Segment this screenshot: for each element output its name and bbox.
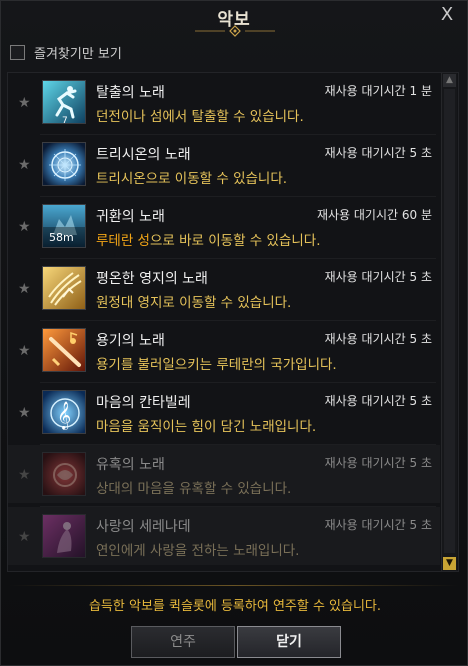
title-bar[interactable]: 악보 X (1, 1, 467, 37)
song-name: 귀환의 노래 (96, 209, 165, 225)
cantabile-icon: 𝄞 (42, 390, 86, 434)
song-name: 사랑의 세레나데 (96, 519, 191, 535)
song-description: 연인에게 사랑을 전하는 노래입니다. (96, 543, 300, 559)
song-description: 상대의 마음을 유혹할 수 있습니다. (96, 481, 292, 497)
svg-text:𝄞: 𝄞 (57, 401, 71, 430)
song-row[interactable]: ★ 𝄞 마음의 칸타빌레 재사용 대기시간 5 초 마음을 움직이는 힘이 담긴… (8, 383, 440, 441)
songbook-window: 악보 X 즐겨찾기만 보기 ★ 7 탈출의 노래 재사용 대기시간 1 분 던전… (0, 0, 468, 666)
song-description: 마음을 움직이는 힘이 담긴 노래입니다. (96, 419, 317, 435)
song-cooldown: 재사용 대기시간 5 초 (324, 456, 432, 470)
song-row[interactable]: ★ 사랑의 세레나데 재사용 대기시간 5 초 연인에게 사랑을 전하는 노래입… (8, 507, 440, 565)
play-button[interactable]: 연주 (131, 626, 235, 658)
escape-song-icon: 7 (42, 80, 86, 124)
favorites-filter[interactable]: 즐겨찾기만 보기 (10, 43, 122, 62)
song-description: 루테란 성으로 바로 이동할 수 있습니다. (96, 233, 321, 249)
icon-badge: 58m (49, 231, 74, 244)
song-cooldown: 재사용 대기시간 1 분 (324, 84, 432, 98)
song-name: 유혹의 노래 (96, 457, 165, 473)
song-description: 트리시온으로 이동할 수 있습니다. (96, 171, 288, 187)
trixion-song-icon (42, 142, 86, 186)
song-list[interactable]: ★ 7 탈출의 노래 재사용 대기시간 1 분 던전이나 섬에서 탈출할 수 있… (7, 72, 459, 572)
song-row[interactable]: ★ 용기의 노래 재사용 대기시간 5 초 용기를 불러일으키는 루테란의 국가… (8, 321, 440, 379)
song-name: 용기의 노래 (96, 333, 165, 349)
favorite-star-icon[interactable]: ★ (18, 281, 31, 297)
favorite-star-icon[interactable]: ★ (18, 467, 31, 483)
favorite-star-icon[interactable]: ★ (18, 529, 31, 545)
song-cooldown: 재사용 대기시간 5 초 (324, 270, 432, 284)
song-cooldown: 재사용 대기시간 5 초 (324, 394, 432, 408)
favorite-star-icon[interactable]: ★ (18, 95, 31, 111)
favorite-star-icon[interactable]: ★ (18, 405, 31, 421)
song-name: 트리시온의 노래 (96, 147, 191, 163)
song-cooldown: 재사용 대기시간 5 초 (324, 146, 432, 160)
song-cooldown: 재사용 대기시간 60 분 (316, 208, 432, 222)
song-cooldown: 재사용 대기시간 5 초 (324, 332, 432, 346)
list-scrollbar[interactable]: ▲ ▼ (441, 73, 457, 571)
close-icon[interactable]: X (437, 4, 457, 26)
divider (9, 585, 459, 586)
song-row[interactable]: ★ 7 탈출의 노래 재사용 대기시간 1 분 던전이나 섬에서 탈출할 수 있… (8, 73, 440, 131)
favorite-star-icon[interactable]: ★ (18, 219, 31, 235)
favorites-checkbox[interactable] (10, 44, 25, 60)
favorite-star-icon[interactable]: ★ (18, 343, 31, 359)
song-row[interactable]: ★ 유혹의 노래 재사용 대기시간 5 초 상대의 마음을 유혹할 수 있습니다… (8, 445, 440, 503)
scroll-down-arrow-icon[interactable]: ▼ (443, 557, 456, 570)
scroll-up-arrow-icon[interactable]: ▲ (443, 74, 456, 87)
song-row[interactable]: ★ 58m 귀환의 노래 재사용 대기시간 60 분 루테란 성으로 바로 이동… (8, 197, 440, 255)
song-name: 탈출의 노래 (96, 85, 165, 101)
song-row[interactable]: ★ 트리시온의 노래 재사용 대기시간 5 초 트리시온으로 이동할 수 있습니… (8, 135, 440, 193)
favorites-label: 즐겨찾기만 보기 (34, 46, 122, 62)
title-ornament-icon (195, 25, 275, 37)
song-description: 원정대 영지로 이동할 수 있습니다. (96, 295, 292, 311)
song-name: 평온한 영지의 노래 (96, 271, 208, 287)
song-row[interactable]: ★ 평온한 영지의 노래 재사용 대기시간 5 초 원정대 영지로 이동할 수 … (8, 259, 440, 317)
destination-highlight: 루테란 성 (96, 233, 150, 249)
serenade-icon (42, 514, 86, 558)
song-description: 던전이나 섬에서 탈출할 수 있습니다. (96, 109, 304, 125)
usage-hint: 습득한 악보를 퀵슬롯에 등록하여 연주할 수 있습니다. (88, 599, 382, 614)
song-name: 마음의 칸타빌레 (96, 395, 191, 411)
icon-badge: 7 (62, 116, 68, 124)
close-button[interactable]: 닫기 (237, 626, 341, 658)
favorite-star-icon[interactable]: ★ (18, 157, 31, 173)
song-cooldown: 재사용 대기시간 5 초 (324, 518, 432, 532)
courage-song-icon (42, 328, 86, 372)
return-song-icon: 58m (42, 204, 86, 248)
temptation-song-icon (42, 452, 86, 496)
song-description: 용기를 불러일으키는 루테란의 국가입니다. (96, 357, 337, 373)
stronghold-song-icon (42, 266, 86, 310)
scroll-thumb[interactable] (444, 89, 455, 553)
